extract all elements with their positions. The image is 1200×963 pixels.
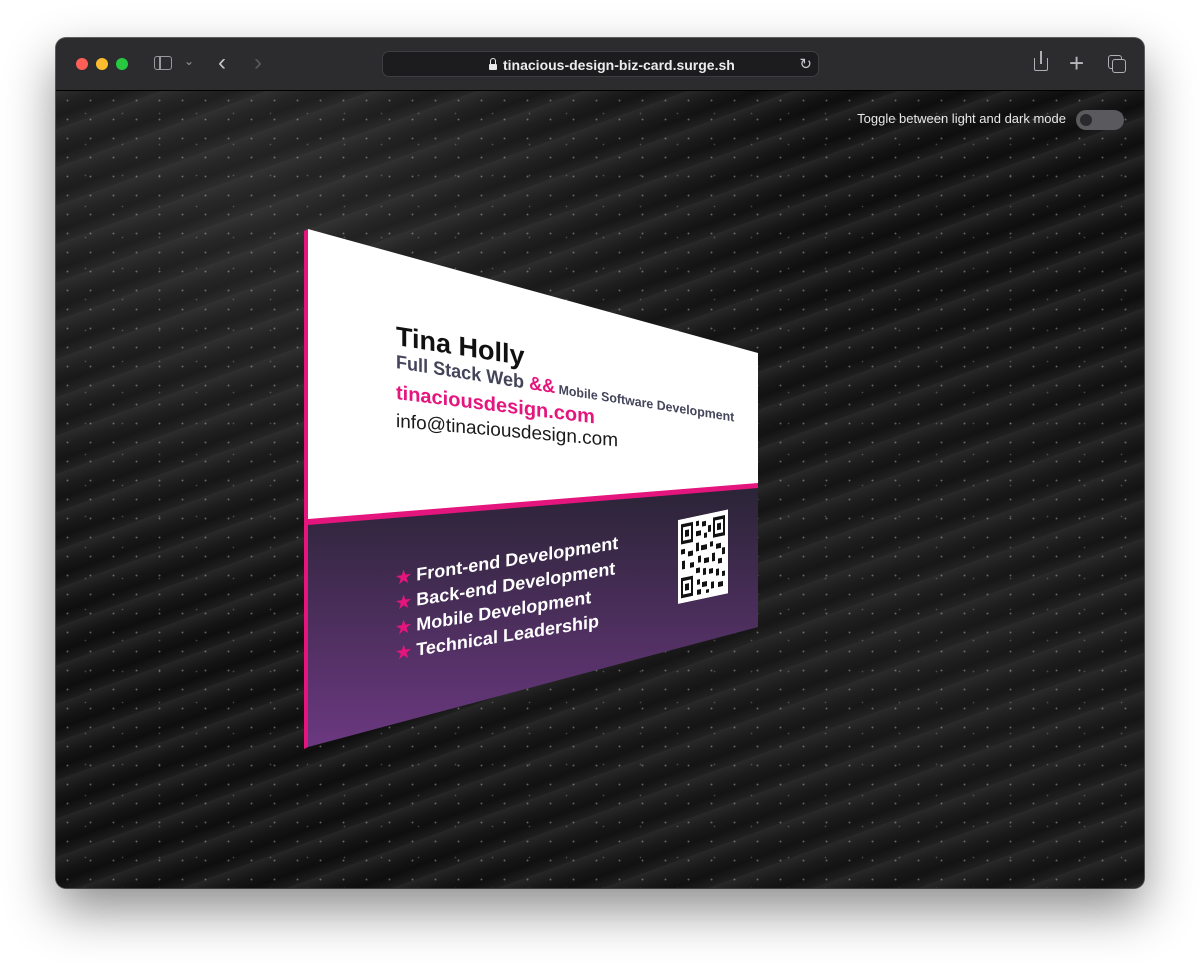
theme-toggle[interactable]	[1076, 110, 1124, 130]
share-arrow-icon	[1040, 51, 1042, 64]
card-role-amp: &&	[529, 373, 556, 399]
star-icon: ★	[396, 566, 412, 588]
lock-icon	[489, 58, 497, 70]
url-text[interactable]: tinacious-design-biz-card.surge.sh	[503, 57, 735, 73]
browser-toolbar: ⌄ ‹ › tinacious-design-biz-card.surge.sh…	[56, 38, 1144, 91]
close-window-button[interactable]	[76, 58, 88, 70]
maximize-window-button[interactable]	[116, 58, 128, 70]
page-content: Toggle between light and dark mode Tina …	[56, 91, 1144, 888]
star-icon: ★	[396, 591, 412, 613]
theme-toggle-label: Toggle between light and dark mode	[857, 111, 1066, 126]
forward-icon[interactable]: ›	[254, 49, 262, 77]
star-icon: ★	[396, 616, 412, 638]
reload-icon[interactable]: ↻	[799, 55, 812, 73]
business-card[interactable]: Tina Holly Full Stack Web && Mobile Soft…	[304, 229, 758, 749]
theme-toggle-knob	[1080, 114, 1092, 126]
card-skills-list: ★ Front-end Development ★ Back-end Develop…	[396, 531, 618, 666]
chevron-down-icon[interactable]: ⌄	[184, 54, 194, 68]
browser-window: ⌄ ‹ › tinacious-design-biz-card.surge.sh…	[56, 38, 1144, 888]
qr-code	[678, 509, 728, 604]
address-bar[interactable]: tinacious-design-biz-card.surge.sh ↻	[382, 51, 819, 77]
tab-overview-icon-front	[1112, 59, 1126, 73]
new-tab-icon[interactable]: +	[1069, 48, 1084, 79]
star-icon: ★	[396, 641, 412, 663]
minimize-window-button[interactable]	[96, 58, 108, 70]
sidebar-icon[interactable]	[154, 56, 172, 70]
back-icon[interactable]: ‹	[218, 49, 226, 77]
